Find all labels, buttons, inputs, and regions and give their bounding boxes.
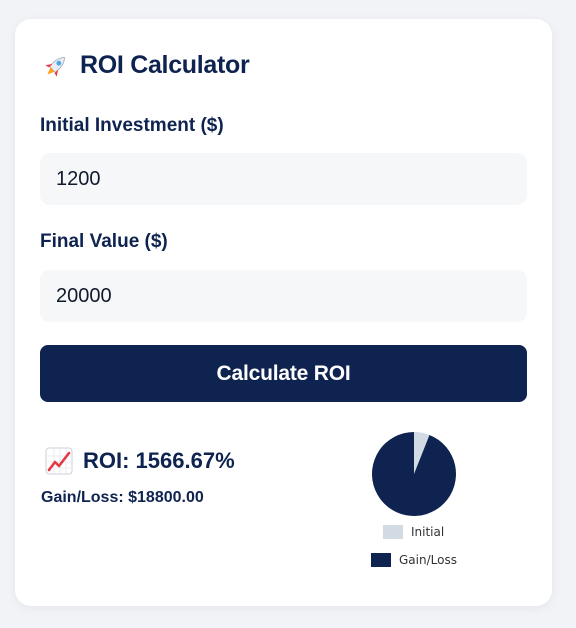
investment-label: Initial Investment ($) [40, 115, 224, 136]
calculate-roi-button[interactable]: Calculate ROI [40, 345, 527, 402]
investment-input[interactable]: 1200 [40, 153, 527, 205]
investment-value: 1200 [56, 167, 101, 190]
legend-label-initial: Initial [411, 525, 445, 539]
chart-up-icon [45, 447, 73, 475]
roi-calculator-card: ROI Calculator Initial Investment ($) 12… [15, 19, 552, 606]
gain-loss-value: Gain/Loss: $18800.00 [41, 489, 204, 506]
legend-item-gain-loss: Gain/Loss [371, 553, 457, 567]
final-value: 20000 [56, 284, 112, 307]
roi-value: ROI: 1566.67% [83, 448, 235, 473]
roi-pie-chart [372, 432, 456, 516]
final-value-label: Final Value ($) [40, 231, 168, 252]
pie-slice-gain-loss [372, 432, 456, 516]
legend-swatch-gain-loss [371, 553, 391, 567]
legend-swatch-initial [383, 525, 403, 539]
rocket-icon [45, 56, 65, 77]
app-title: ROI Calculator [80, 51, 250, 79]
final-value-input[interactable]: 20000 [40, 270, 527, 322]
legend-item-initial: Initial [383, 525, 444, 539]
page-title: ROI Calculator [42, 51, 250, 80]
roi-result: ROI: 1566.67% [45, 447, 235, 475]
legend-label-gain-loss: Gain/Loss [399, 553, 457, 567]
